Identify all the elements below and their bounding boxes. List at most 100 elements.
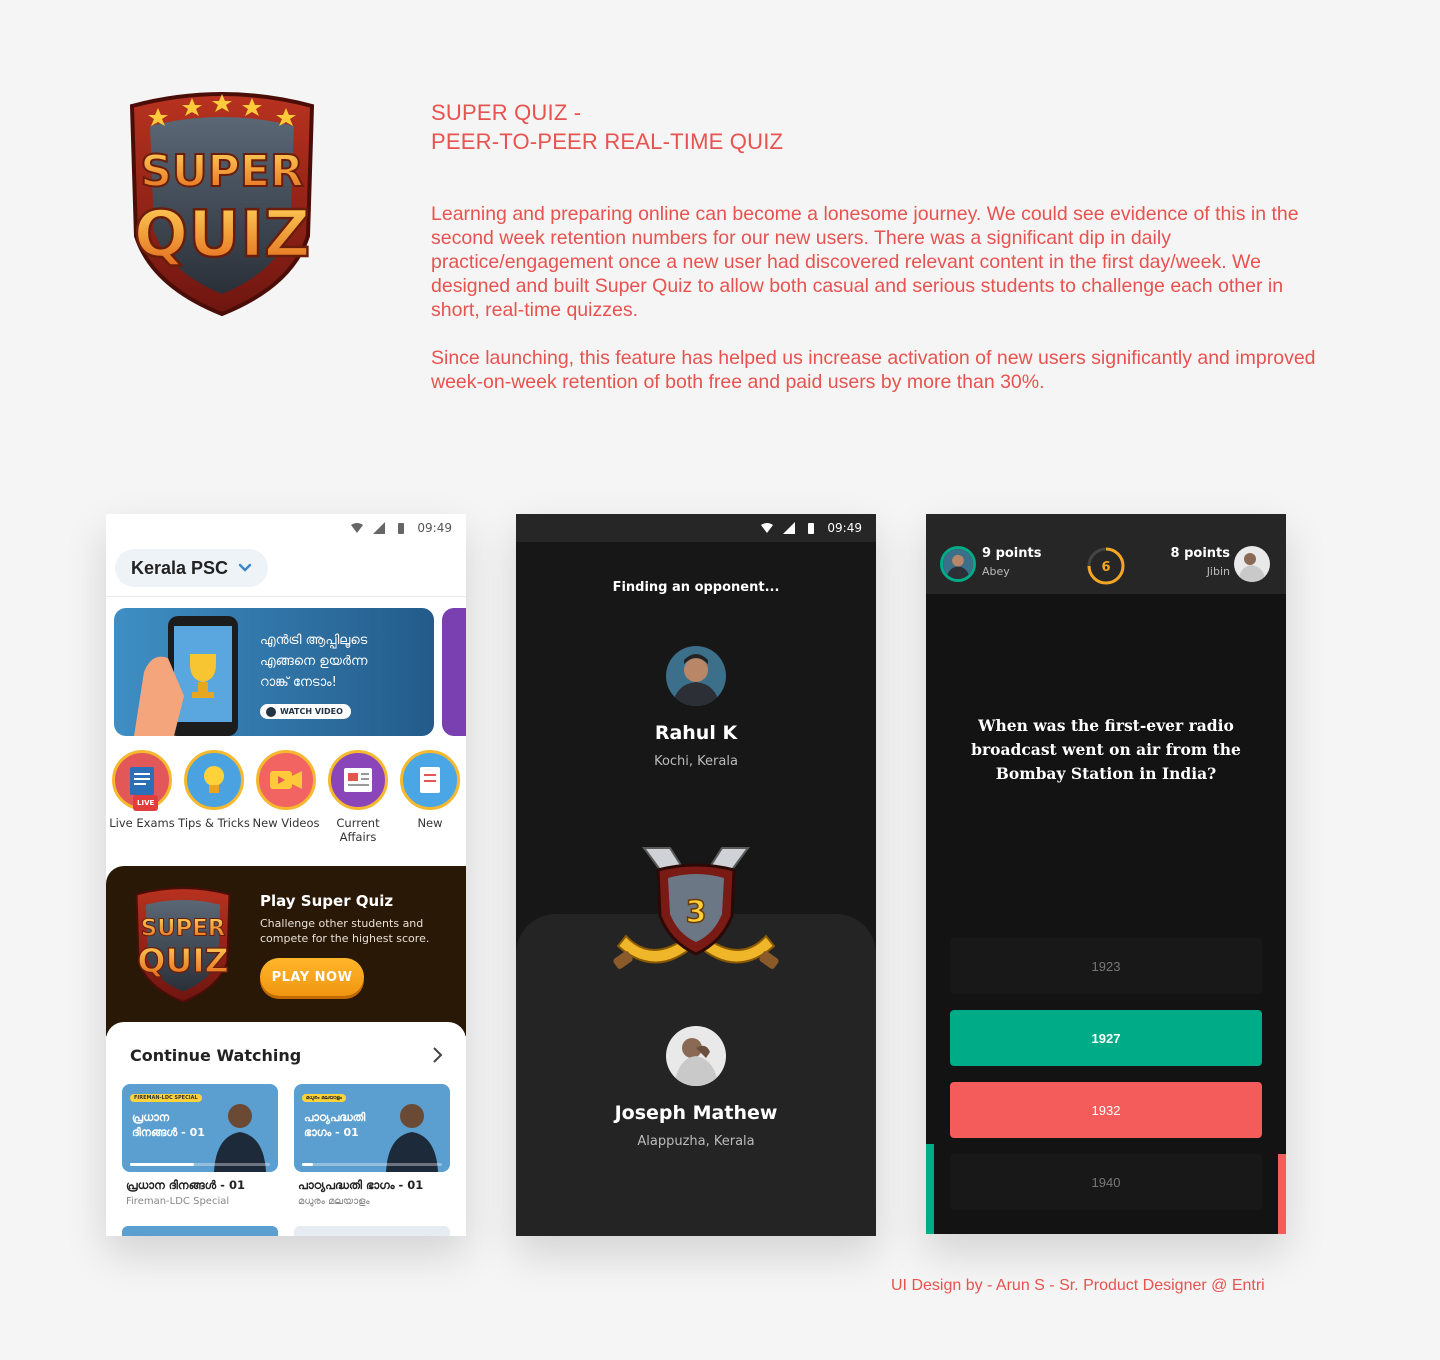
title-line-2: PEER-TO-PEER REAL-TIME QUIZ	[431, 129, 784, 154]
battery-icon	[808, 523, 815, 534]
course-selector-label: Kerala PSC	[131, 557, 229, 578]
status-bar: 09:49	[516, 514, 876, 542]
category-label: New	[417, 816, 443, 830]
title-line-1: SUPER QUIZ -	[431, 100, 582, 125]
svg-text:6: 6	[1101, 560, 1110, 575]
video-thumbnail[interactable]: FIREMAN-LDC SPECIAL പ്രധാന ദിനങ്ങൾ - 01	[122, 1084, 278, 1172]
video-subtitle: മധുരം മലയാളം	[298, 1196, 370, 1207]
video-thumbnail-partial[interactable]	[122, 1226, 278, 1236]
description: Learning and preparing online can become…	[431, 202, 1331, 418]
category-tips-tricks[interactable]: Tips & Tricks	[178, 750, 250, 844]
player-score-indicator	[926, 1144, 934, 1234]
svg-text:QUIZ: QUIZ	[134, 198, 311, 272]
opponent-name: Joseph Mathew	[614, 1102, 778, 1124]
exam-icon: LIVE	[112, 750, 172, 811]
status-bar: 09:49	[106, 514, 466, 542]
battery-icon	[398, 523, 405, 534]
avatar	[1234, 546, 1270, 582]
super-quiz-card[interactable]: SUPER QUIZ Play Super Quiz Challenge oth…	[106, 866, 466, 1036]
category-live-exams[interactable]: LIVE Live Exams	[106, 750, 178, 844]
course-selector[interactable]: Kerala PSC	[115, 549, 269, 587]
video-title: പ്രധാന ദിനങ്ങൾ - 01	[126, 1178, 245, 1192]
super-quiz-logo-small: SUPER QUIZ	[135, 887, 231, 1004]
news-icon	[328, 750, 388, 810]
svg-text:SUPER: SUPER	[141, 916, 226, 942]
description-paragraph-2: Since launching, this feature has helped…	[431, 347, 1316, 393]
video-progress-bar	[130, 1163, 270, 1166]
video-tag: FIREMAN-LDC SPECIAL	[130, 1094, 202, 1102]
answer-option-wrong[interactable]: 1932	[950, 1082, 1262, 1138]
category-label: Current Affairs	[336, 816, 380, 844]
design-credit: UI Design by - Arun S - Sr. Product Desi…	[891, 1277, 1265, 1294]
quiz-question-screen: 9 points Abey 6 8 points Jibin When was …	[926, 514, 1286, 1234]
opponent-score-indicator	[1278, 1154, 1286, 1234]
home-screen: 09:49 Kerala PSC എൻട്രി ആപ്പിലൂടെ എങ്ങനെ…	[106, 514, 466, 1236]
bulb-icon	[184, 750, 244, 810]
promo-banner[interactable]: എൻട്രി ആപ്പിലൂടെ എങ്ങനെ ഉയർന്ന റാങ്ക് നേ…	[114, 608, 434, 736]
banner-text: എൻട്രി ആപ്പിലൂടെ എങ്ങനെ ഉയർന്ന റാങ്ക് നേ…	[260, 630, 367, 693]
wifi-icon	[351, 523, 364, 533]
divider	[106, 596, 466, 597]
signal-icon	[783, 522, 796, 534]
next-banner[interactable]	[442, 608, 466, 736]
banner-line-3: റാങ്ക് നേടാം!	[260, 675, 337, 690]
play-now-button[interactable]: PLAY NOW	[260, 958, 364, 996]
section-title: Continue Watching	[130, 1046, 302, 1065]
continue-watching-section: Continue Watching FIREMAN-LDC SPECIAL പ്…	[106, 1022, 466, 1236]
video-subtitle: Fireman-LDC Special	[126, 1196, 230, 1207]
avatar	[666, 646, 726, 706]
player-location: Kochi, Kerala	[654, 754, 738, 769]
category-label: Tips & Tricks	[178, 816, 250, 830]
answer-option-correct[interactable]: 1927	[950, 1010, 1262, 1066]
countdown-number: 3	[686, 895, 707, 930]
player-name: Abey	[982, 565, 1010, 578]
status-time: 09:49	[417, 521, 452, 535]
presenter-image	[214, 1104, 266, 1172]
timer-icon: 6	[1087, 547, 1125, 585]
thumbnail-text: പ്രധാന ദിനങ്ങൾ - 01	[132, 1111, 205, 1139]
player-points: 9 points	[982, 546, 1042, 561]
video-camera-icon	[256, 750, 316, 810]
wifi-icon	[761, 523, 774, 533]
video-progress-bar	[302, 1163, 442, 1166]
answer-option[interactable]: 1940	[950, 1154, 1262, 1210]
category-label: Live Exams	[109, 816, 175, 830]
video-title: പാഠ്യപദ്ധതി ഭാഗം - 01	[298, 1178, 424, 1192]
super-quiz-logo: SUPER QUIZ	[129, 92, 315, 317]
chevron-down-icon	[238, 563, 252, 572]
versus-badge-icon: 3	[613, 847, 779, 969]
question-text: When was the first-ever radio broadcast …	[971, 716, 1241, 783]
player-name: Rahul K	[654, 722, 738, 744]
presenter-image	[386, 1104, 438, 1172]
opponent-name: Jibin	[1206, 565, 1230, 578]
super-quiz-title: Play Super Quiz	[260, 892, 394, 910]
category-label: New Videos	[252, 816, 320, 830]
super-quiz-subtitle: Challenge other students and compete for…	[260, 917, 430, 945]
matchmaking-status: Finding an opponent...	[612, 580, 780, 595]
banner-line-1: എൻട്രി ആപ്പിലൂടെ	[260, 633, 368, 648]
svg-text:SUPER: SUPER	[140, 146, 304, 197]
page-title: SUPER QUIZ - PEER-TO-PEER REAL-TIME QUIZ	[431, 98, 783, 156]
video-thumbnail-partial[interactable]	[294, 1226, 450, 1236]
svg-text:QUIZ: QUIZ	[137, 941, 228, 980]
banner-line-2: എങ്ങനെ ഉയർന്ന	[260, 654, 368, 669]
category-current-affairs[interactable]: Current Affairs	[322, 750, 394, 844]
category-new-videos[interactable]: New Videos	[250, 750, 322, 844]
watch-video-button[interactable]: WATCH VIDEO	[260, 704, 351, 719]
video-tag: മധുരം മലയാളം	[302, 1094, 346, 1102]
category-row: LIVE Live Exams Tips & Tricks New Videos…	[106, 750, 466, 844]
chevron-right-icon[interactable]	[432, 1046, 444, 1064]
avatar	[940, 546, 976, 582]
phone-trophy-illustration	[134, 616, 238, 736]
signal-icon	[373, 522, 386, 534]
opponent-location: Alappuzha, Kerala	[637, 1134, 755, 1149]
description-paragraph-1: Learning and preparing online can become…	[431, 203, 1299, 321]
thumbnail-text: പാഠ്യപദ്ധതി ഭാഗം - 01	[304, 1111, 366, 1139]
live-badge: LIVE	[133, 795, 159, 811]
avatar	[666, 1026, 726, 1086]
category-new[interactable]: New	[394, 750, 466, 844]
video-thumbnail[interactable]: മധുരം മലയാളം പാഠ്യപദ്ധതി ഭാഗം - 01	[294, 1084, 450, 1172]
opponent-points: 8 points	[1170, 546, 1230, 561]
answer-option[interactable]: 1923	[950, 938, 1262, 994]
status-time: 09:49	[827, 521, 862, 535]
